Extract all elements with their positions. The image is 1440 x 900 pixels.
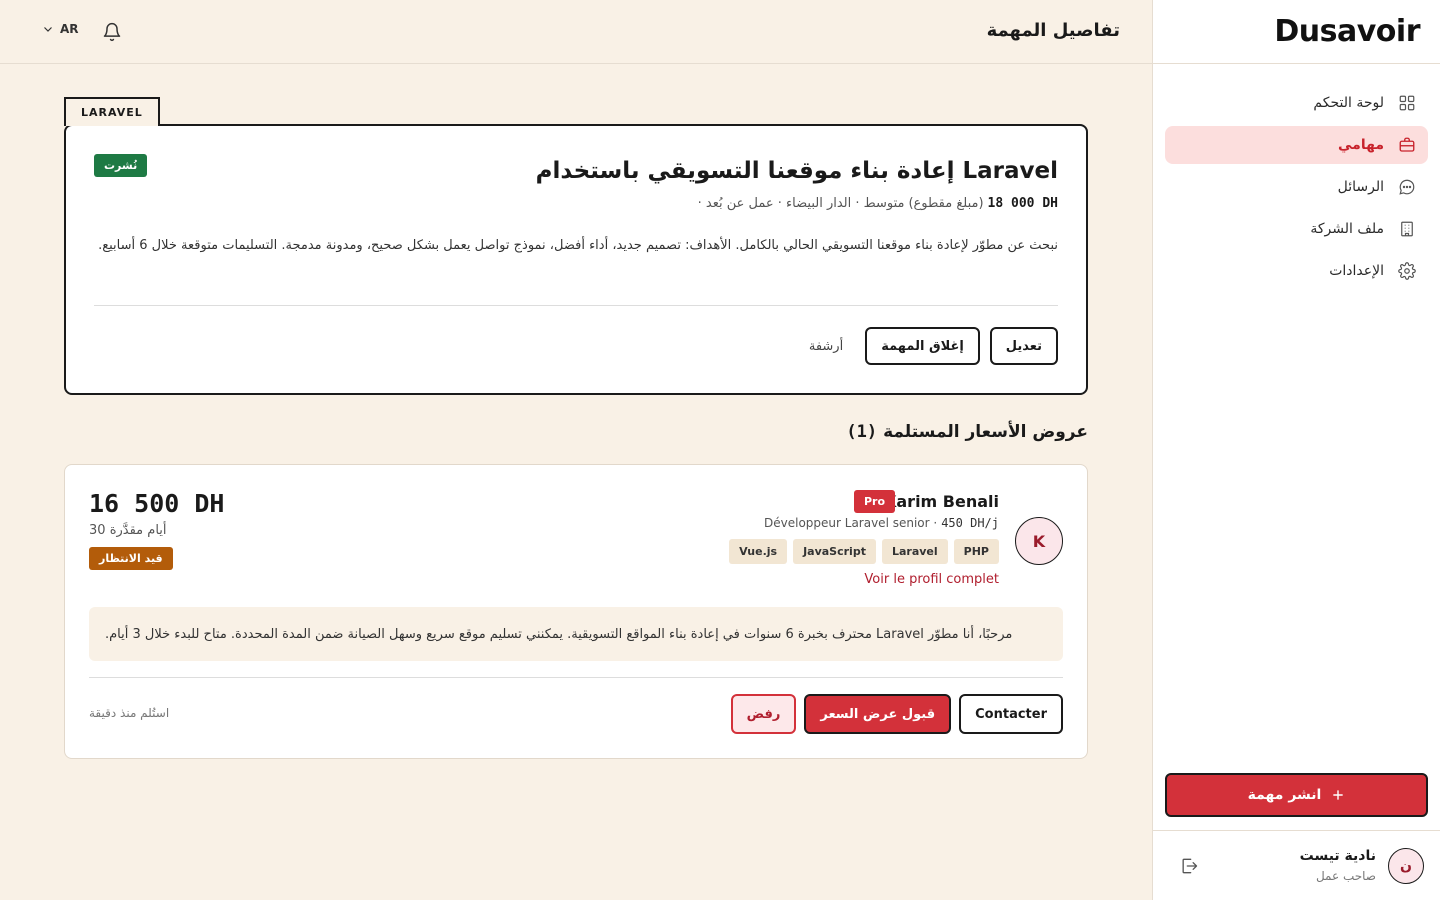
sidebar-item-messages[interactable]: الرسائل xyxy=(1165,168,1428,206)
offer-price: 16 500 DH xyxy=(89,489,225,518)
chat-icon xyxy=(1399,179,1415,195)
skill-tag: PHP xyxy=(953,539,999,564)
task-price: 18 000 DH xyxy=(987,196,1058,211)
offers-heading: عروض الأسعار المستلمة (1) xyxy=(846,422,1088,442)
pro-badge: Pro xyxy=(853,490,895,513)
dashboard-icon xyxy=(1399,95,1415,111)
task-price-type: (مبلغ مقطوع) xyxy=(908,196,984,211)
close-task-button[interactable]: إغلاق المهمة xyxy=(865,327,980,365)
building-icon xyxy=(1401,221,1413,237)
offer-actions: Contacter قبول عرض السعر رفض xyxy=(730,694,1063,734)
briefcase-icon xyxy=(1399,137,1415,152)
logo[interactable]: Dusavoir xyxy=(1274,14,1420,49)
language-switcher[interactable]: AR xyxy=(42,22,79,36)
avatar[interactable]: K xyxy=(1015,517,1063,565)
received-timestamp: استُلم منذ دقيقة xyxy=(89,706,170,720)
sidebar-nav: لوحة التحكم مهامي الرسائل ملف الشركة الإ… xyxy=(1153,64,1440,290)
offers-heading-label: عروض الأسعار المستلمة xyxy=(883,422,1088,442)
freelancer-rate: 450 DH/j xyxy=(941,516,999,530)
logout-icon[interactable] xyxy=(1179,856,1199,876)
chevron-down-icon xyxy=(44,27,52,32)
sidebar-item-dashboard[interactable]: لوحة التحكم xyxy=(1165,84,1428,122)
user-role: صاحب عمل xyxy=(1315,869,1376,883)
avatar[interactable]: ن xyxy=(1388,848,1424,884)
user-name: نادية تيست xyxy=(1299,848,1376,864)
task-meta: 18 000 DH (مبلغ مقطوع) · متوسط · الدار ا… xyxy=(698,196,1058,211)
page-title: تفاصيل المهمة xyxy=(986,20,1120,41)
freelancer-role: 450 DH/j Développeur Laravel senior · xyxy=(764,516,999,530)
offer-duration: 30 أيام مقدَّرة xyxy=(89,523,167,538)
language-label: AR xyxy=(60,22,79,36)
sidebar-item-label: لوحة التحكم xyxy=(1313,95,1384,111)
status-badge: قيد الانتظار xyxy=(89,547,173,570)
task-description: نبحث عن مطوّر لإعادة بناء موقعنا التسويق… xyxy=(98,238,1058,253)
freelancer-title: Développeur Laravel senior · xyxy=(764,516,938,530)
accept-offer-button[interactable]: قبول عرض السعر xyxy=(804,694,952,734)
bell-icon[interactable] xyxy=(102,22,122,42)
sidebar-item-label: الإعدادات xyxy=(1329,263,1384,279)
sidebar-item-my-tasks[interactable]: مهامي xyxy=(1165,126,1428,164)
view-profile-link[interactable]: Voir le profil complet xyxy=(864,572,999,587)
offers-count: (1) xyxy=(846,422,878,442)
sidebar: Dusavoir لوحة التحكم مهامي الرسائل ملف ا… xyxy=(1152,0,1440,900)
skill-tag: Vue.js xyxy=(729,539,788,564)
contact-button[interactable]: Contacter xyxy=(959,694,1063,734)
skills-list: PHP Laravel JavaScript Vue.js xyxy=(729,539,999,564)
task-card: إعادة بناء موقعنا التسويقي باستخدام Lara… xyxy=(64,124,1088,395)
skill-tag: JavaScript xyxy=(793,539,876,564)
plus-icon xyxy=(1333,790,1343,800)
freelancer-name: Karim Benali xyxy=(883,492,999,511)
sidebar-item-company-profile[interactable]: ملف الشركة xyxy=(1165,210,1428,248)
offer-message: مرحبًا، أنا مطوّر Laravel محترف بخبرة 6 … xyxy=(89,607,1063,661)
sidebar-item-settings[interactable]: الإعدادات xyxy=(1165,252,1428,290)
archive-button[interactable]: أرشفة xyxy=(797,339,855,354)
divider xyxy=(89,677,1063,678)
logo-area: Dusavoir xyxy=(1153,0,1440,64)
topbar: تفاصيل المهمة AR xyxy=(0,0,1152,64)
offer-card: K Karim Benali Pro 450 DH/j Développeur … xyxy=(64,464,1088,759)
user-area: ن نادية تيست صاحب عمل xyxy=(1153,830,1440,900)
publish-label: انشر مهمة xyxy=(1247,787,1322,803)
edit-button[interactable]: تعديل xyxy=(989,327,1058,365)
sidebar-item-label: مهامي xyxy=(1338,137,1384,153)
sidebar-item-label: ملف الشركة xyxy=(1310,221,1384,237)
sidebar-item-label: الرسائل xyxy=(1337,179,1384,195)
task-actions: تعديل إغلاق المهمة أرشفة xyxy=(797,327,1058,365)
skill-tag: Laravel xyxy=(881,539,948,564)
task-meta-details: · متوسط · الدار البيضاء · عمل عن بُعد xyxy=(697,196,905,211)
publish-task-button[interactable]: انشر مهمة xyxy=(1165,773,1428,817)
gear-icon xyxy=(1398,262,1416,280)
task-category-tag: LARAVEL xyxy=(64,97,160,126)
divider xyxy=(94,305,1058,306)
status-badge: نُشرت xyxy=(94,154,148,177)
task-title: إعادة بناء موقعنا التسويقي باستخدام Lara… xyxy=(535,158,1058,184)
reject-button[interactable]: رفض xyxy=(730,694,797,734)
